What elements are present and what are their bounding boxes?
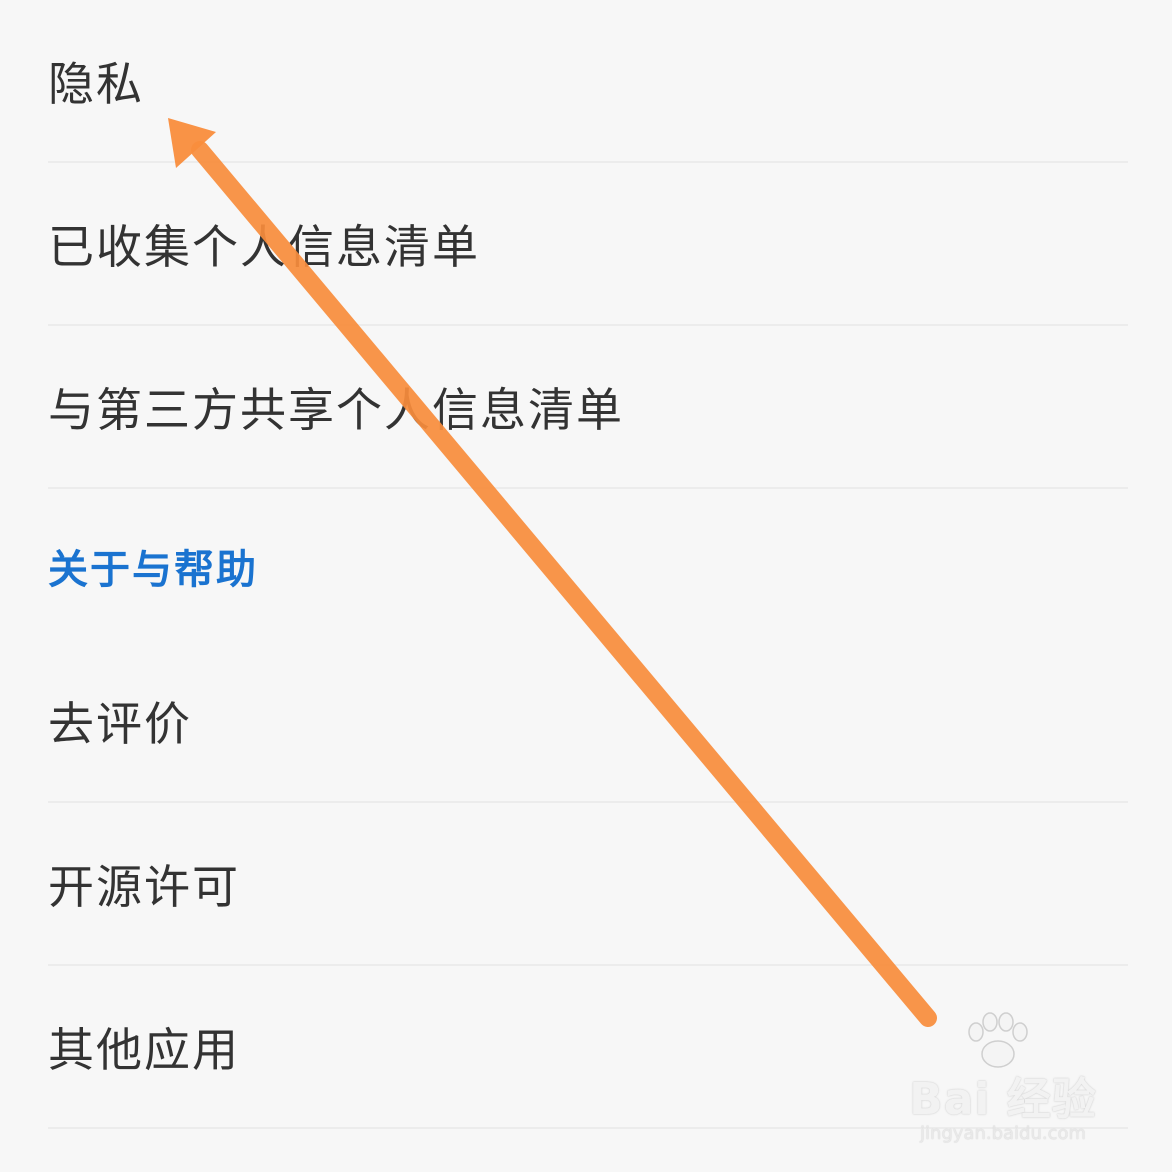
- watermark-brand: Bai 经验: [909, 1074, 1097, 1125]
- settings-item-label: 开源许可: [48, 859, 240, 914]
- settings-item-label: 去评价: [48, 696, 192, 751]
- settings-item-open-source-license[interactable]: 开源许可: [48, 803, 1128, 966]
- settings-item-label: 隐私: [48, 56, 144, 111]
- settings-screen: 隐私 已收集个人信息清单 与第三方共享个人信息清单 关于与帮助 去评价 开源许可…: [0, 0, 1172, 1172]
- settings-item-label: 与第三方共享个人信息清单: [48, 382, 624, 437]
- watermark-url: jingyan.baidu.com: [919, 1123, 1087, 1144]
- settings-item-third-party-sharing-list[interactable]: 与第三方共享个人信息清单: [48, 326, 1128, 489]
- settings-item-rate[interactable]: 去评价: [48, 640, 1128, 803]
- settings-item-label: 其他应用: [48, 1022, 240, 1077]
- settings-item-privacy[interactable]: 隐私: [48, 0, 1128, 163]
- section-header-label: 关于与帮助: [48, 547, 258, 593]
- settings-item-label: 已收集个人信息清单: [48, 219, 480, 274]
- watermark: Bai 经验 jingyan.baidu.com: [898, 1063, 1108, 1144]
- section-header-about-help: 关于与帮助: [48, 526, 1128, 606]
- settings-item-collected-info-list[interactable]: 已收集个人信息清单: [48, 163, 1128, 326]
